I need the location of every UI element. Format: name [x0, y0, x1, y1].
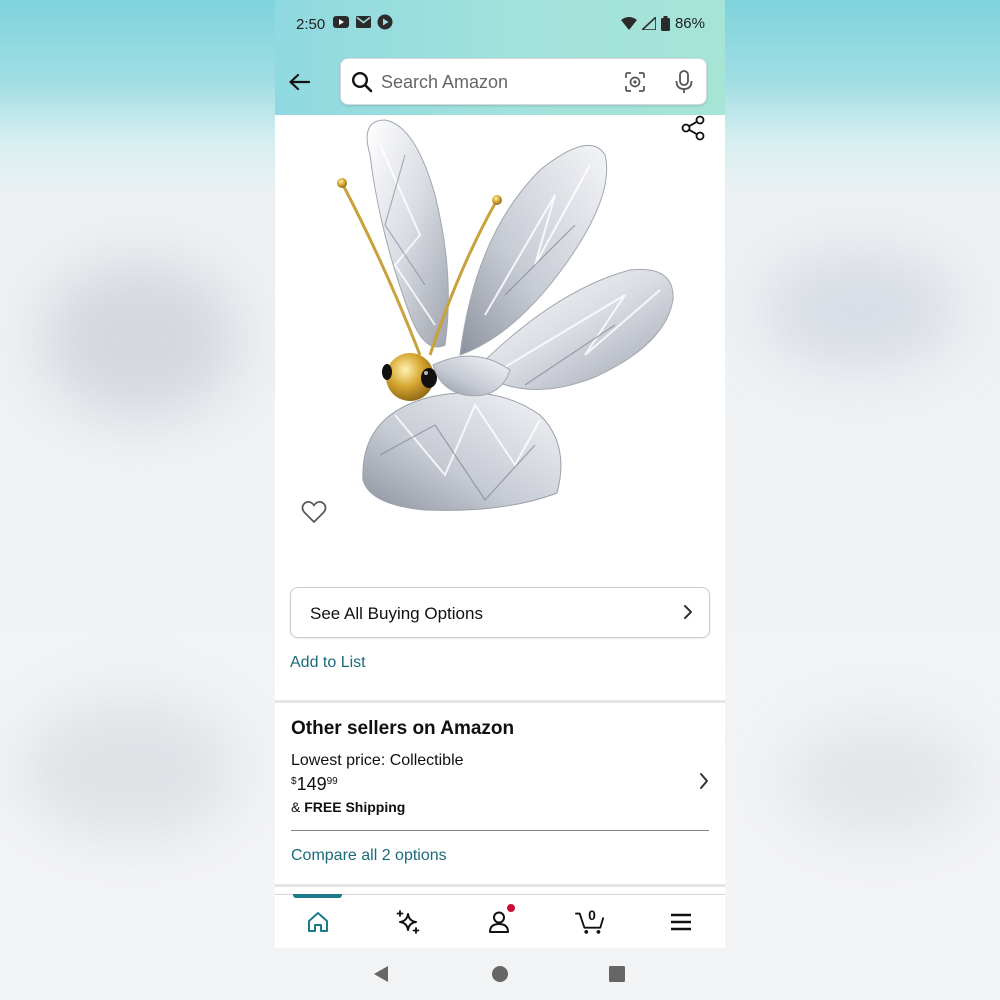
status-time: 2:50	[296, 16, 326, 33]
shipping-prefix: &	[291, 799, 305, 815]
battery-icon	[660, 16, 670, 31]
bottom-nav: 0	[275, 894, 725, 948]
battery-percent: 86%	[674, 15, 705, 32]
home-icon[interactable]	[303, 907, 333, 937]
search-icon	[351, 71, 373, 98]
add-to-list-link[interactable]: Add to List	[290, 654, 366, 672]
search-bar[interactable]	[340, 58, 707, 105]
price-symbol: $	[291, 776, 297, 787]
chevron-right-icon[interactable]	[699, 772, 709, 795]
sparkle-icon[interactable]	[393, 907, 423, 937]
compare-options-link[interactable]: Compare all 2 options	[291, 847, 447, 865]
section-divider	[275, 884, 725, 887]
buying-options-label: See All Buying Options	[310, 604, 483, 623]
system-home-icon[interactable]	[491, 965, 509, 988]
phone-screen: 2:50 86% Search Amazon See All Buying Op…	[275, 0, 725, 1000]
other-sellers-title: Other sellers on Amazon	[291, 718, 515, 739]
play-icon	[377, 14, 393, 30]
mail-icon	[355, 15, 371, 29]
product-image-area	[275, 115, 725, 570]
price-fraction: 99	[326, 776, 338, 787]
signal-icon	[641, 17, 656, 30]
menu-icon[interactable]	[666, 907, 696, 937]
system-navigation-bar	[275, 948, 725, 1000]
search-input[interactable]	[381, 69, 611, 95]
share-icon[interactable]	[680, 115, 706, 146]
active-tab-indicator	[293, 894, 342, 898]
status-bar: 2:50 86%	[275, 0, 725, 48]
shipping-info: & FREE Shipping	[291, 799, 405, 815]
camera-lens-icon[interactable]	[624, 71, 646, 98]
free-shipping-label: FREE Shipping	[304, 799, 406, 815]
lowest-price-label[interactable]: Lowest price: Collectible	[291, 752, 464, 770]
backdrop-blob	[20, 700, 240, 840]
backdrop-blob	[780, 720, 980, 840]
lowest-price: $14999	[291, 774, 338, 795]
cart-count: 0	[588, 907, 596, 923]
notification-icons	[333, 14, 393, 30]
youtube-icon	[333, 15, 349, 29]
status-right: 86%	[620, 15, 705, 32]
product-image[interactable]	[325, 115, 685, 515]
section-divider	[275, 700, 725, 703]
system-back-icon[interactable]	[372, 965, 390, 988]
header: 2:50 86%	[275, 0, 725, 115]
wishlist-heart-icon[interactable]	[301, 500, 327, 529]
backdrop-blob	[760, 250, 960, 370]
microphone-icon[interactable]	[674, 70, 694, 99]
back-button[interactable]	[287, 68, 311, 96]
notification-badge	[507, 904, 515, 912]
see-all-buying-options-button[interactable]: See All Buying Options	[290, 587, 710, 638]
chevron-right-icon	[683, 604, 693, 625]
back-arrow-icon	[289, 73, 310, 91]
price-whole: 149	[296, 774, 327, 794]
system-recents-icon[interactable]	[608, 965, 626, 988]
row-divider	[291, 830, 709, 831]
backdrop-blob	[40, 260, 240, 420]
wifi-icon	[620, 17, 637, 30]
